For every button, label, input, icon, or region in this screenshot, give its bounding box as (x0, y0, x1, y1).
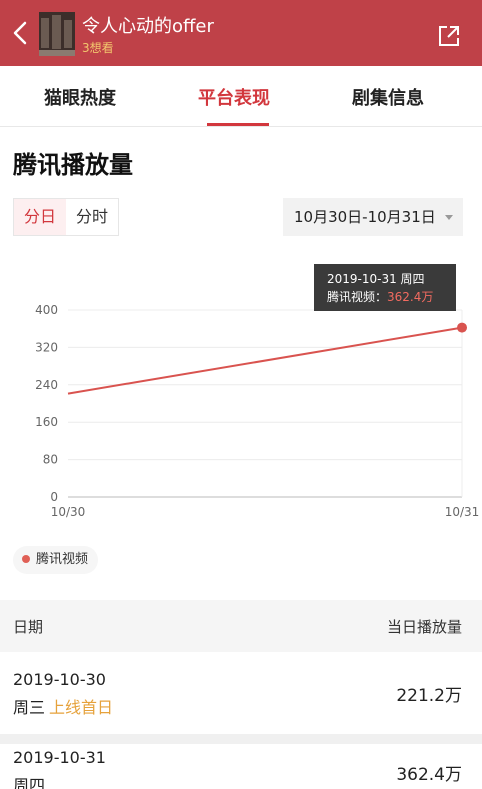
back-arrow-icon[interactable] (10, 20, 32, 46)
table-row: 2019-10-31 周四 362.4万 (0, 744, 482, 789)
date-range-selector[interactable]: 10月30日-10月31日 (283, 198, 463, 236)
row-date: 2019-10-30 (13, 670, 106, 689)
y-tick-label: 240 (35, 378, 58, 392)
x-tick-label: 10/31 (445, 505, 480, 519)
by-hour-button[interactable]: 分时 (66, 199, 118, 235)
table-header: 日期 当日播放量 (0, 600, 482, 652)
tooltip-row: 腾讯视频：362.4万 (327, 288, 456, 306)
tab-bar: 猫眼热度 平台表现 剧集信息 (0, 66, 482, 127)
section-title: 腾讯播放量 (13, 151, 133, 179)
y-tick-label: 320 (35, 340, 58, 354)
y-tick-label: 160 (35, 415, 58, 429)
row-divider (0, 734, 482, 744)
tab-platform-performance[interactable]: 平台表现 (198, 84, 270, 110)
header-date: 日期 (13, 618, 44, 636)
data-point (457, 322, 467, 333)
row-date: 2019-10-31 (13, 748, 106, 767)
row-plays: 221.2万 (396, 686, 462, 706)
tab-maoyan-heat[interactable]: 猫眼热度 (44, 84, 116, 110)
premiere-tag: 上线首日 (49, 698, 114, 717)
date-range-label: 10月30日-10月31日 (294, 208, 436, 226)
row-plays: 362.4万 (396, 765, 462, 785)
top-bar: 令人心动的offer 3想看 (0, 0, 482, 66)
chart-legend[interactable]: 腾讯视频 (13, 546, 99, 574)
share-icon[interactable] (437, 24, 461, 48)
want-count: 3想看 (82, 41, 114, 55)
tooltip-date: 2019-10-31 周四 (327, 272, 425, 286)
x-tick-label: 10/30 (51, 505, 86, 519)
y-tick-label: 80 (43, 453, 58, 467)
granularity-toggle: 分日 分时 (13, 198, 119, 236)
tab-series-info[interactable]: 剧集信息 (352, 84, 424, 110)
row-weekday: 周四 (13, 776, 46, 789)
header-plays: 当日播放量 (386, 618, 462, 636)
active-tab-indicator (207, 123, 269, 126)
row-weekday: 周三 上线首日 (13, 698, 114, 717)
table-row: 2019-10-30 周三 上线首日 221.2万 (0, 652, 482, 734)
chart-tooltip: 2019-10-31 周四 腾讯视频：362.4万 (314, 264, 456, 311)
tooltip-series-label: 腾讯视频： (327, 290, 388, 304)
show-poster[interactable] (39, 12, 75, 56)
y-tick-label: 0 (50, 490, 58, 504)
series-line (67, 326, 463, 395)
by-day-button[interactable]: 分日 (14, 199, 66, 235)
legend-dot-icon (22, 555, 30, 563)
show-title: 令人心动的offer (82, 16, 214, 37)
tooltip-value: 362.4万 (387, 290, 434, 304)
legend-label: 腾讯视频 (36, 552, 89, 567)
y-tick-label: 400 (35, 303, 58, 317)
dropdown-caret-icon (445, 215, 453, 220)
